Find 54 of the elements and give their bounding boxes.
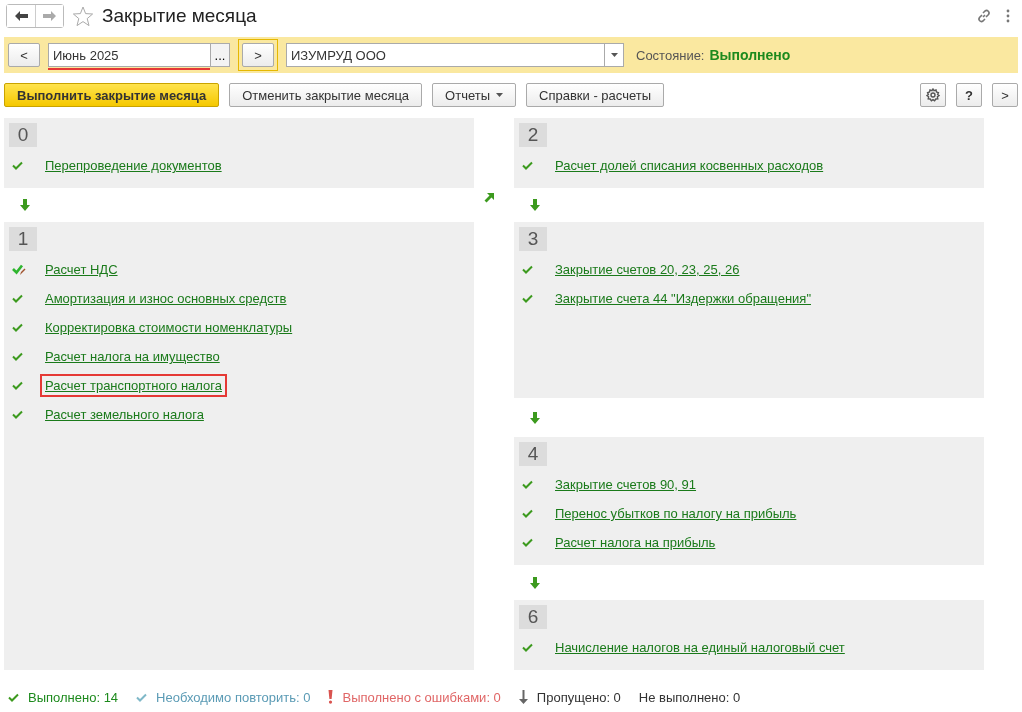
action-button[interactable]: Справки - расчеты xyxy=(526,83,664,107)
stage-number: 0 xyxy=(9,123,37,147)
step-link[interactable]: Закрытие счетов 90, 91 xyxy=(550,473,702,496)
step-link[interactable]: Закрытие счета 44 "Издержки обращения" xyxy=(550,287,816,310)
down-arrow-icon xyxy=(530,199,540,211)
settings-button[interactable] xyxy=(920,83,946,107)
left-arrow-icon xyxy=(14,11,28,21)
step-link[interactable]: Перепроведение документов xyxy=(40,154,227,177)
legend-text: Необходимо повторить: 0 xyxy=(156,689,311,705)
step-link[interactable]: Закрытие счетов 20, 23, 25, 26 xyxy=(550,258,745,281)
run-closing-button[interactable]: Выполнить закрытие месяца xyxy=(4,83,220,107)
down-arrow-icon xyxy=(530,411,540,424)
dropdown-button[interactable] xyxy=(604,43,624,67)
stage-number: 4 xyxy=(519,442,547,466)
state-value: Выполнено xyxy=(709,47,791,63)
step-link[interactable]: Перенос убытков по налогу на прибыль xyxy=(550,502,802,525)
star-icon[interactable] xyxy=(72,5,94,27)
help-button[interactable]: ? xyxy=(956,83,982,107)
more-icon[interactable] xyxy=(1006,9,1010,23)
step-link[interactable]: Корректировка стоимости номенклатуры xyxy=(40,316,298,339)
step-link[interactable]: Расчет налога на имущество xyxy=(40,345,225,368)
organization-field[interactable]: ИЗУМРУД ООО xyxy=(286,43,604,67)
period-field[interactable]: Июнь 2025 xyxy=(48,43,210,67)
stage-number: 1 xyxy=(9,227,37,251)
action-button[interactable]: Отменить закрытие месяца xyxy=(229,83,423,107)
next-period-button[interactable]: > xyxy=(242,43,274,67)
stage-number: 3 xyxy=(519,227,547,251)
expand-button[interactable]: > xyxy=(992,83,1018,107)
reports-menu-button[interactable]: Отчеты xyxy=(432,83,517,107)
right-arrow-icon xyxy=(43,11,56,21)
stage-number: 6 xyxy=(519,605,547,629)
legend-text: Выполнено с ошибками: 0 xyxy=(342,689,501,705)
state-label: Состояние: xyxy=(636,47,705,63)
step-link[interactable]: Расчет транспортного налога xyxy=(40,374,227,397)
caret-icon xyxy=(496,93,504,97)
link-icon[interactable] xyxy=(976,8,992,24)
legend-text: Не выполнено: 0 xyxy=(638,689,741,705)
stage-number: 2 xyxy=(519,123,547,147)
legend-text: Выполнено: 14 xyxy=(28,689,119,705)
settings-icon xyxy=(926,88,940,102)
dropdown-icon xyxy=(610,53,618,57)
step-link[interactable]: Расчет долей списания косвенных расходов xyxy=(550,154,829,177)
down-arrow-icon xyxy=(530,576,540,589)
select-period-button[interactable]: ... xyxy=(210,43,230,67)
step-link[interactable]: Начисление налогов на единый налоговый счет xyxy=(550,636,850,659)
step-link[interactable]: Расчет НДС xyxy=(40,258,123,281)
diagonal-arrow-icon xyxy=(484,193,494,203)
window-title: Закрытие месяца xyxy=(102,5,257,27)
previous-period-button[interactable]: < xyxy=(8,43,40,67)
down-arrow-icon xyxy=(20,199,30,211)
step-link[interactable]: Расчет земельного налога xyxy=(40,403,209,426)
step-link[interactable]: Расчет налога на прибыль xyxy=(550,531,721,554)
step-link[interactable]: Амортизация и износ основных средств xyxy=(40,287,292,310)
legend-text: Пропущено: 0 xyxy=(536,689,621,705)
